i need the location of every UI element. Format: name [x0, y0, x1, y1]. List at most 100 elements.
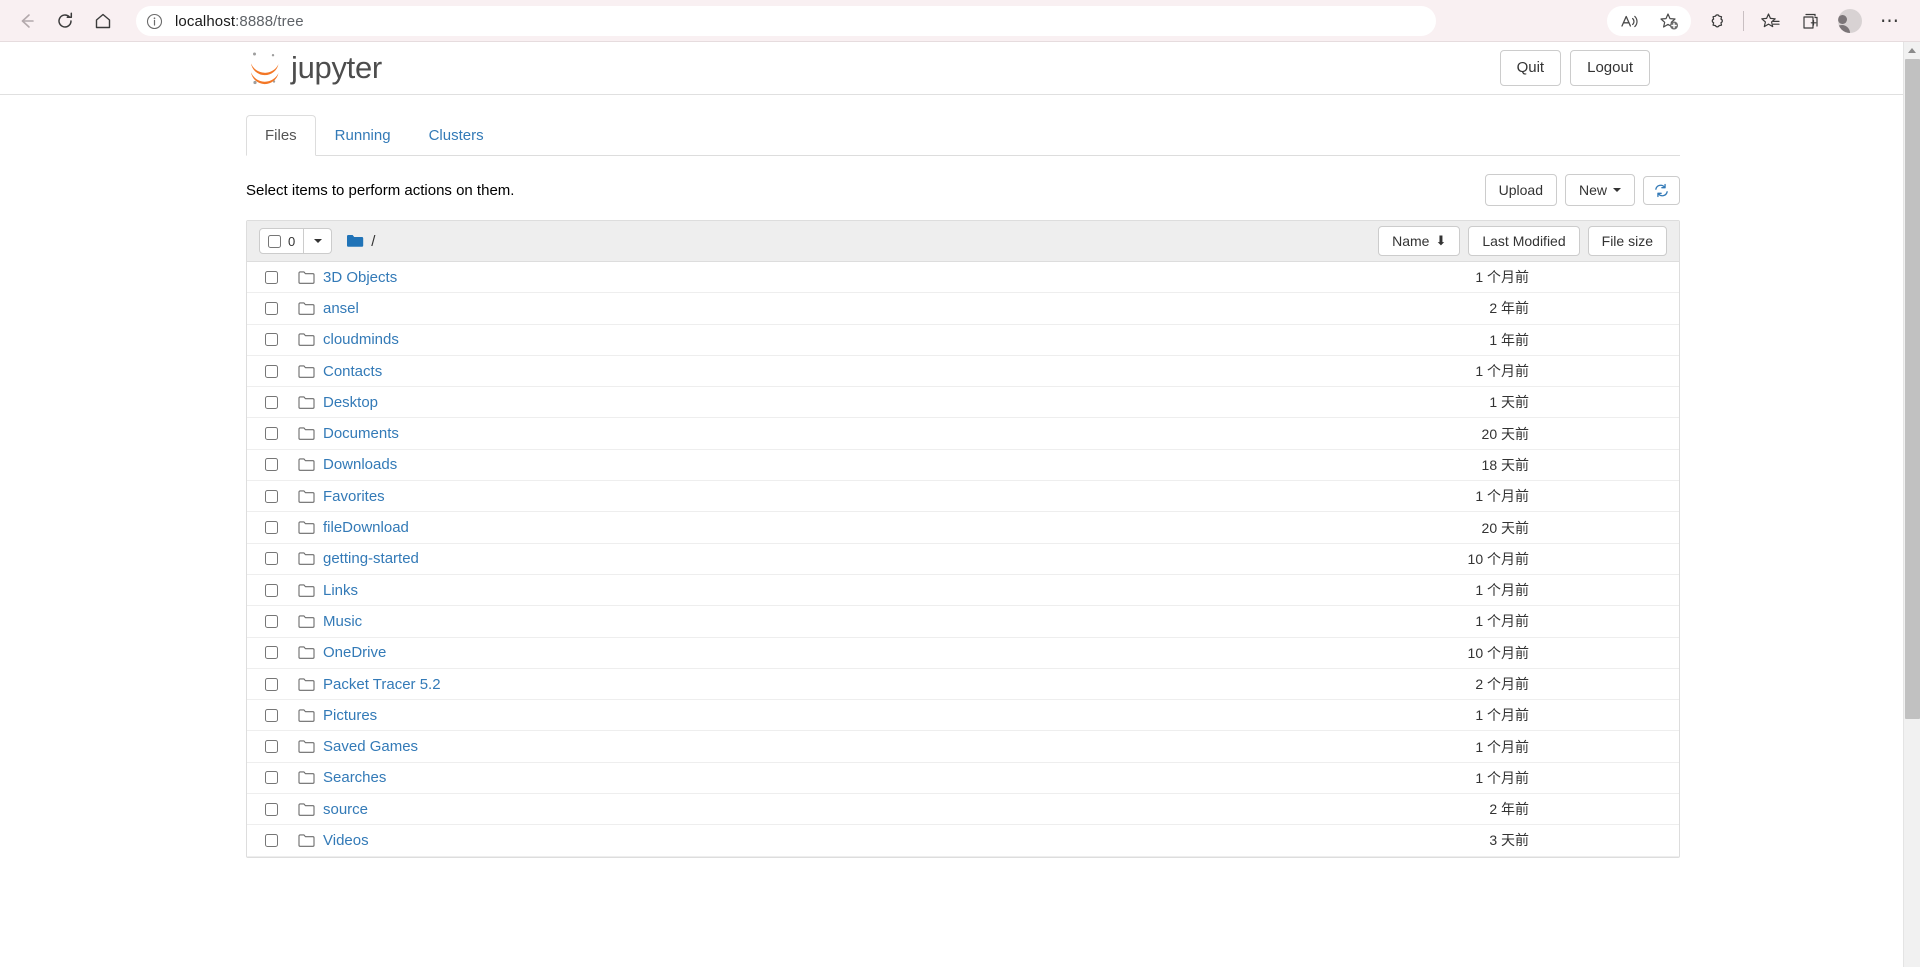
reload-button[interactable]: [48, 6, 82, 36]
row-checkbox[interactable]: [265, 521, 278, 535]
extensions-button[interactable]: [1700, 6, 1734, 36]
row-checkbox[interactable]: [265, 646, 278, 660]
vertical-scrollbar[interactable]: [1903, 42, 1920, 967]
row-checkbox[interactable]: [265, 364, 278, 378]
file-name-link[interactable]: Downloads: [323, 456, 397, 473]
table-row[interactable]: ansel 2 年前: [247, 293, 1679, 325]
profile-button[interactable]: [1833, 6, 1867, 36]
file-name-link[interactable]: Videos: [323, 832, 369, 849]
sort-by-file-size-button[interactable]: File size: [1587, 225, 1667, 257]
breadcrumb-root[interactable]: /: [371, 233, 375, 250]
profile-avatar-icon: [1838, 9, 1862, 33]
row-checkbox[interactable]: [265, 583, 278, 597]
file-name-link[interactable]: ansel: [323, 300, 359, 317]
file-name-link[interactable]: 3D Objects: [323, 269, 397, 286]
row-checkbox[interactable]: [265, 833, 278, 847]
file-name-link[interactable]: Music: [323, 613, 362, 630]
row-checkbox[interactable]: [265, 301, 278, 315]
table-row[interactable]: source 2 年前: [247, 794, 1679, 826]
row-checkbox[interactable]: [265, 677, 278, 691]
file-name-link[interactable]: fileDownload: [323, 519, 409, 536]
table-row[interactable]: 3D Objects 1 个月前: [247, 262, 1679, 294]
tab-files[interactable]: Files: [246, 114, 316, 156]
file-name-link[interactable]: Links: [323, 582, 358, 599]
table-row[interactable]: Documents 20 天前: [247, 418, 1679, 450]
row-checkbox[interactable]: [265, 552, 278, 566]
table-row[interactable]: Videos 3 天前: [247, 825, 1679, 857]
row-checkbox[interactable]: [265, 802, 278, 816]
address-bar[interactable]: localhost:8888/tree: [136, 6, 1436, 36]
table-row[interactable]: Desktop 1 天前: [247, 387, 1679, 419]
upload-button-label: Upload: [1498, 181, 1543, 198]
select-all-checkbox[interactable]: [268, 234, 281, 248]
file-modified: 1 天前: [1489, 394, 1529, 411]
tab-clusters[interactable]: Clusters: [410, 115, 503, 156]
row-checkbox[interactable]: [265, 427, 278, 441]
logout-button[interactable]: Logout: [1570, 50, 1650, 86]
table-row[interactable]: Links 1 个月前: [247, 575, 1679, 607]
file-name-link[interactable]: cloudminds: [323, 331, 399, 348]
select-all-dropdown[interactable]: [304, 228, 333, 254]
table-row[interactable]: fileDownload 20 天前: [247, 512, 1679, 544]
table-row[interactable]: Saved Games 1 个月前: [247, 731, 1679, 763]
sort-by-last-modified-button[interactable]: Last Modified: [1468, 225, 1580, 257]
file-name-link[interactable]: Saved Games: [323, 738, 418, 755]
file-name-link[interactable]: source: [323, 801, 368, 818]
row-checkbox[interactable]: [265, 489, 278, 503]
folder-icon: [298, 457, 315, 472]
reload-icon: [58, 12, 73, 28]
table-row[interactable]: Music 1 个月前: [247, 606, 1679, 638]
table-row[interactable]: Pictures 1 个月前: [247, 700, 1679, 732]
row-checkbox[interactable]: [265, 771, 278, 785]
file-modified: 3 天前: [1489, 832, 1529, 849]
row-checkbox[interactable]: [265, 708, 278, 722]
file-name-link[interactable]: Pictures: [323, 707, 377, 724]
table-row[interactable]: Packet Tracer 5.2 2 个月前: [247, 669, 1679, 701]
new-button[interactable]: New: [1564, 173, 1635, 207]
table-row[interactable]: Downloads 18 天前: [247, 450, 1679, 482]
table-row[interactable]: cloudminds 1 年前: [247, 325, 1679, 356]
file-name-link[interactable]: Documents: [323, 425, 399, 442]
collections-button[interactable]: [1793, 6, 1827, 36]
file-modified: 10 个月前: [1467, 550, 1529, 567]
back-button[interactable]: [10, 6, 44, 36]
table-row[interactable]: OneDrive 10 个月前: [247, 638, 1679, 669]
row-checkbox[interactable]: [265, 333, 278, 347]
favorites-button[interactable]: [1753, 6, 1787, 36]
add-to-favorites-button[interactable]: [1652, 6, 1686, 36]
scroll-up-button[interactable]: [1904, 42, 1920, 59]
table-row[interactable]: Favorites 1 个月前: [247, 481, 1679, 513]
read-aloud-button[interactable]: [1612, 6, 1646, 36]
scrollbar-thumb[interactable]: [1905, 59, 1920, 719]
tab-running[interactable]: Running: [316, 115, 410, 156]
favorites-star-icon: [1760, 12, 1780, 27]
table-row[interactable]: getting-started 10 个月前: [247, 544, 1679, 575]
row-checkbox[interactable]: [265, 270, 278, 284]
row-checkbox[interactable]: [265, 395, 278, 409]
jupyter-logo[interactable]: jupyter: [246, 48, 382, 88]
sort-buttons: Name ⬇ Last Modified File size: [1378, 225, 1667, 257]
quit-button[interactable]: Quit: [1499, 50, 1562, 86]
info-icon[interactable]: [146, 13, 163, 30]
upload-button[interactable]: Upload: [1484, 173, 1557, 207]
settings-more-button[interactable]: ⋯: [1873, 6, 1907, 36]
file-name-link[interactable]: getting-started: [323, 550, 419, 567]
home-button[interactable]: [86, 6, 120, 36]
row-checkbox[interactable]: [265, 614, 278, 628]
folder-icon: [298, 677, 315, 692]
file-name-link[interactable]: Contacts: [323, 363, 382, 380]
jupyter-logo-text: jupyter: [291, 50, 382, 85]
file-name-link[interactable]: Searches: [323, 769, 386, 786]
table-row[interactable]: Contacts 1 个月前: [247, 356, 1679, 388]
file-name-link[interactable]: Favorites: [323, 488, 385, 505]
select-all-checkbox-box[interactable]: 0: [259, 228, 305, 254]
folder-icon: [298, 583, 315, 598]
file-name-link[interactable]: OneDrive: [323, 644, 386, 661]
file-name-link[interactable]: Packet Tracer 5.2: [323, 676, 441, 693]
table-row[interactable]: Searches 1 个月前: [247, 763, 1679, 795]
sort-by-name-button[interactable]: Name ⬇: [1378, 225, 1461, 257]
row-checkbox[interactable]: [265, 740, 278, 754]
row-checkbox[interactable]: [265, 458, 278, 472]
file-name-link[interactable]: Desktop: [323, 394, 378, 411]
refresh-button[interactable]: [1643, 175, 1680, 205]
